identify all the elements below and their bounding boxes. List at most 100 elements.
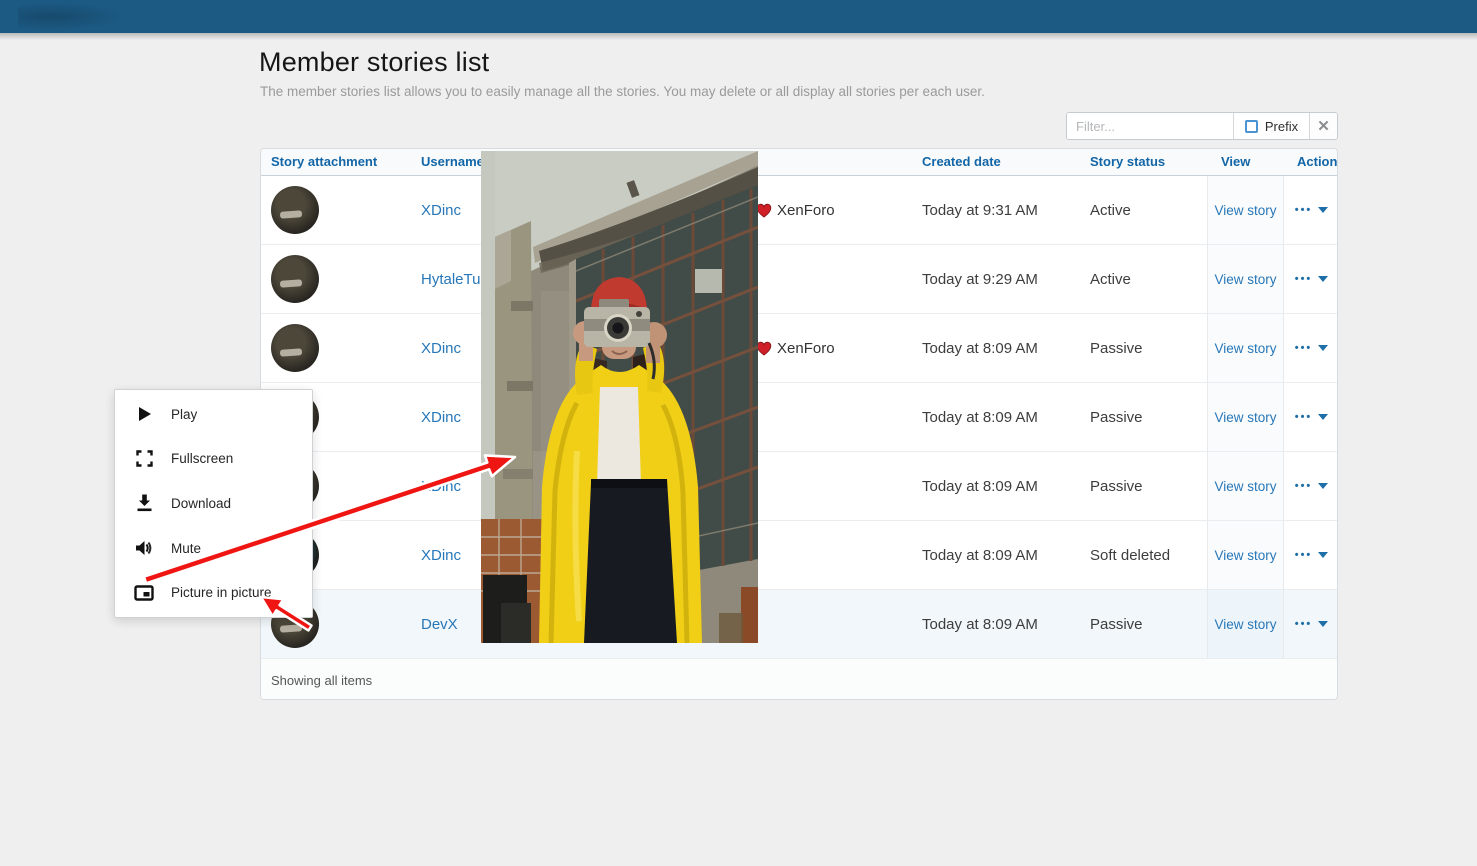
view-cell: View story bbox=[1207, 590, 1283, 658]
ellipsis-icon: ••• bbox=[1295, 274, 1313, 285]
story-row: XDincToday at 8:09 AMPassiveView story••… bbox=[261, 452, 1337, 521]
page-subtitle: The member stories list allows you to ea… bbox=[260, 84, 985, 99]
photo-person-with-camera bbox=[481, 151, 758, 643]
ellipsis-icon: ••• bbox=[1295, 619, 1313, 630]
menu-item-fullscreen[interactable]: Fullscreen bbox=[115, 437, 312, 482]
ellipsis-icon: ••• bbox=[1295, 550, 1313, 561]
page-title: Member stories list bbox=[259, 47, 489, 78]
story-status-cell: Soft deleted bbox=[1080, 521, 1207, 589]
view-story-link[interactable]: View story bbox=[1214, 203, 1276, 218]
reaction-cell bbox=[746, 245, 912, 313]
reaction-cell bbox=[746, 521, 912, 589]
video-context-menu: Play Fullscreen Download Mute bbox=[114, 389, 313, 618]
view-cell: View story bbox=[1207, 383, 1283, 451]
reaction-label: XenForo bbox=[777, 202, 835, 219]
view-story-link[interactable]: View story bbox=[1214, 272, 1276, 287]
play-icon bbox=[134, 404, 154, 424]
view-story-link[interactable]: View story bbox=[1214, 617, 1276, 632]
reaction-label: XenForo bbox=[777, 340, 835, 357]
username-link[interactable]: HytaleTur bbox=[421, 271, 485, 288]
story-status-cell: Active bbox=[1080, 176, 1207, 244]
chevron-down-icon bbox=[1318, 621, 1328, 627]
story-attachment-thumbnail[interactable] bbox=[271, 324, 319, 372]
created-date-cell: Today at 8:09 AM bbox=[912, 314, 1080, 382]
story-row: HytaleTurToday at 9:29 AMActiveView stor… bbox=[261, 245, 1337, 314]
story-video-preview[interactable] bbox=[481, 151, 758, 643]
story-attachment-cell bbox=[261, 176, 411, 244]
reaction-cell: XenForo bbox=[746, 176, 912, 244]
showing-items-text: Showing all items bbox=[271, 673, 372, 688]
prefix-label: Prefix bbox=[1265, 119, 1298, 134]
row-actions-button[interactable]: ••• bbox=[1295, 550, 1329, 561]
view-cell: View story bbox=[1207, 314, 1283, 382]
filter-bar: Prefix ✕ bbox=[1066, 112, 1338, 140]
row-actions-button[interactable]: ••• bbox=[1295, 619, 1329, 630]
story-row: XDinc Today at 8:09 AMSoft deleted View st… bbox=[261, 521, 1337, 590]
col-header-story-attachment[interactable]: Story attachment bbox=[261, 149, 411, 175]
fullscreen-icon bbox=[134, 449, 154, 469]
story-row: XDincXenForoToday at 8:09 AMPassiveView … bbox=[261, 314, 1337, 383]
menu-item-picture-in-picture[interactable]: Picture in picture bbox=[115, 570, 312, 615]
story-attachment-cell bbox=[261, 245, 411, 313]
created-date-cell: Today at 8:09 AM bbox=[912, 521, 1080, 589]
action-cell: ••• bbox=[1283, 176, 1338, 244]
chevron-down-icon bbox=[1318, 552, 1328, 558]
menu-item-download[interactable]: Download bbox=[115, 481, 312, 526]
story-status-cell: Active bbox=[1080, 245, 1207, 313]
col-header-view[interactable]: View bbox=[1207, 149, 1283, 175]
username-link[interactable]: XDinc bbox=[421, 547, 461, 564]
story-row: DevX Today at 8:09 AMPassive View story ••• bbox=[261, 590, 1337, 659]
table-footer: Showing all items bbox=[261, 659, 1337, 700]
username-link[interactable]: XDinc bbox=[421, 202, 461, 219]
col-header-reaction bbox=[746, 149, 912, 175]
view-cell: View story bbox=[1207, 452, 1283, 520]
col-header-action[interactable]: Action bbox=[1283, 149, 1338, 175]
action-cell: ••• bbox=[1283, 314, 1338, 382]
col-header-story-status[interactable]: Story status bbox=[1080, 149, 1207, 175]
heart-reaction-icon bbox=[756, 341, 772, 356]
heart-reaction-icon bbox=[756, 203, 772, 218]
chevron-down-icon bbox=[1318, 207, 1328, 213]
filter-input[interactable] bbox=[1067, 113, 1233, 139]
menu-item-play[interactable]: Play bbox=[115, 392, 312, 437]
story-row: XDincXenForoToday at 9:31 AMActiveView s… bbox=[261, 176, 1337, 245]
username-link[interactable]: DevX bbox=[421, 616, 458, 633]
view-story-link[interactable]: View story bbox=[1214, 341, 1276, 356]
story-attachment-thumbnail[interactable] bbox=[271, 186, 319, 234]
reaction-cell bbox=[746, 452, 912, 520]
mute-icon bbox=[134, 538, 154, 558]
close-icon: ✕ bbox=[1317, 117, 1330, 135]
row-actions-button[interactable]: ••• bbox=[1295, 343, 1329, 354]
view-cell: View story bbox=[1207, 245, 1283, 313]
download-icon bbox=[134, 493, 154, 513]
story-attachment-thumbnail[interactable] bbox=[271, 255, 319, 303]
story-status-cell: Passive bbox=[1080, 452, 1207, 520]
prefix-toggle[interactable]: Prefix bbox=[1233, 113, 1309, 139]
created-date-cell: Today at 8:09 AM bbox=[912, 590, 1080, 658]
prefix-checkbox[interactable] bbox=[1245, 120, 1258, 133]
table-body: XDincXenForoToday at 9:31 AMActiveView s… bbox=[261, 176, 1337, 659]
story-status-cell: Passive bbox=[1080, 590, 1207, 658]
username-link[interactable]: XDinc bbox=[421, 409, 461, 426]
row-actions-button[interactable]: ••• bbox=[1295, 274, 1329, 285]
chevron-down-icon bbox=[1318, 276, 1328, 282]
view-story-link[interactable]: View story bbox=[1214, 479, 1276, 494]
row-actions-button[interactable]: ••• bbox=[1295, 412, 1329, 423]
view-story-link[interactable]: View story bbox=[1214, 548, 1276, 563]
username-link[interactable]: XDinc bbox=[421, 478, 461, 495]
row-actions-button[interactable]: ••• bbox=[1295, 205, 1329, 216]
ellipsis-icon: ••• bbox=[1295, 412, 1313, 423]
row-actions-button[interactable]: ••• bbox=[1295, 481, 1329, 492]
menu-item-mute[interactable]: Mute bbox=[115, 526, 312, 571]
reaction-cell bbox=[746, 590, 912, 658]
topbar-shadow bbox=[0, 33, 1477, 40]
username-link[interactable]: XDinc bbox=[421, 340, 461, 357]
col-header-created-date[interactable]: Created date bbox=[912, 149, 1080, 175]
filter-close-button[interactable]: ✕ bbox=[1309, 113, 1337, 139]
view-story-link[interactable]: View story bbox=[1214, 410, 1276, 425]
reaction-cell bbox=[746, 383, 912, 451]
story-status-cell: Passive bbox=[1080, 383, 1207, 451]
app-logo bbox=[18, 2, 128, 31]
chevron-down-icon bbox=[1318, 414, 1328, 420]
reaction-cell: XenForo bbox=[746, 314, 912, 382]
